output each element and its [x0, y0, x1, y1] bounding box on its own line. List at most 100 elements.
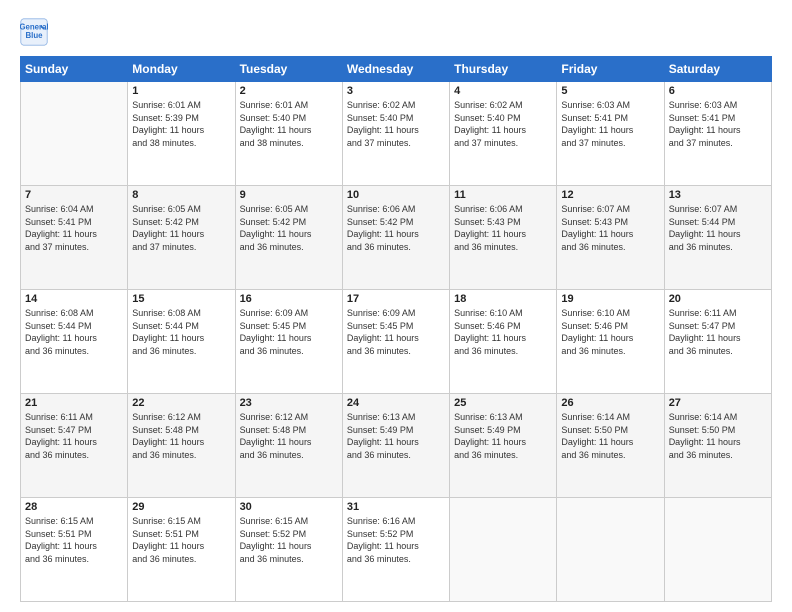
svg-text:Blue: Blue	[25, 31, 43, 40]
day-number: 26	[561, 397, 659, 409]
day-number: 7	[25, 189, 123, 201]
day-info: Sunrise: 6:10 AM Sunset: 5:46 PM Dayligh…	[454, 307, 552, 357]
calendar-day-cell: 12 Sunrise: 6:07 AM Sunset: 5:43 PM Dayli…	[557, 186, 664, 290]
calendar-day-cell: 7 Sunrise: 6:04 AM Sunset: 5:41 PM Daylig…	[21, 186, 128, 290]
calendar-day-cell: 22 Sunrise: 6:12 AM Sunset: 5:48 PM Dayli…	[128, 394, 235, 498]
day-info: Sunrise: 6:06 AM Sunset: 5:42 PM Dayligh…	[347, 203, 445, 253]
day-number: 19	[561, 293, 659, 305]
day-number: 10	[347, 189, 445, 201]
day-number: 24	[347, 397, 445, 409]
day-number: 5	[561, 85, 659, 97]
calendar-day-cell	[21, 82, 128, 186]
calendar-header-row: SundayMondayTuesdayWednesdayThursdayFrid…	[21, 57, 772, 82]
calendar-day-cell: 18 Sunrise: 6:10 AM Sunset: 5:46 PM Dayli…	[450, 290, 557, 394]
day-number: 9	[240, 189, 338, 201]
calendar-day-cell: 14 Sunrise: 6:08 AM Sunset: 5:44 PM Dayli…	[21, 290, 128, 394]
calendar-day-cell: 1 Sunrise: 6:01 AM Sunset: 5:39 PM Daylig…	[128, 82, 235, 186]
calendar-day-cell: 6 Sunrise: 6:03 AM Sunset: 5:41 PM Daylig…	[664, 82, 771, 186]
day-number: 14	[25, 293, 123, 305]
header: General Blue	[20, 18, 772, 46]
day-info: Sunrise: 6:07 AM Sunset: 5:44 PM Dayligh…	[669, 203, 767, 253]
day-number: 23	[240, 397, 338, 409]
calendar-day-cell: 24 Sunrise: 6:13 AM Sunset: 5:49 PM Dayli…	[342, 394, 449, 498]
calendar-day-cell: 29 Sunrise: 6:15 AM Sunset: 5:51 PM Dayli…	[128, 498, 235, 602]
calendar-day-cell: 23Sunrise: 6:12 AM Sunset: 5:48 PM Dayli…	[235, 394, 342, 498]
weekday-header: Saturday	[664, 57, 771, 82]
weekday-header: Friday	[557, 57, 664, 82]
day-info: Sunrise: 6:15 AM Sunset: 5:52 PM Dayligh…	[240, 515, 338, 565]
day-info: Sunrise: 6:12 AM Sunset: 5:48 PM Dayligh…	[132, 411, 230, 461]
day-info: Sunrise: 6:09 AM Sunset: 5:45 PM Dayligh…	[347, 307, 445, 357]
calendar-day-cell: 5Sunrise: 6:03 AM Sunset: 5:41 PM Daylig…	[557, 82, 664, 186]
day-number: 15	[132, 293, 230, 305]
day-info: Sunrise: 6:04 AM Sunset: 5:41 PM Dayligh…	[25, 203, 123, 253]
calendar-week-row: 28 Sunrise: 6:15 AM Sunset: 5:51 PM Dayli…	[21, 498, 772, 602]
day-number: 29	[132, 501, 230, 513]
weekday-header: Wednesday	[342, 57, 449, 82]
day-number: 12	[561, 189, 659, 201]
calendar-table: SundayMondayTuesdayWednesdayThursdayFrid…	[20, 56, 772, 602]
day-number: 27	[669, 397, 767, 409]
day-info: Sunrise: 6:07 AM Sunset: 5:43 PM Dayligh…	[561, 203, 659, 253]
calendar-week-row: 1 Sunrise: 6:01 AM Sunset: 5:39 PM Daylig…	[21, 82, 772, 186]
day-number: 18	[454, 293, 552, 305]
day-info: Sunrise: 6:14 AM Sunset: 5:50 PM Dayligh…	[561, 411, 659, 461]
calendar-day-cell	[450, 498, 557, 602]
calendar-day-cell	[557, 498, 664, 602]
day-info: Sunrise: 6:15 AM Sunset: 5:51 PM Dayligh…	[25, 515, 123, 565]
day-number: 28	[25, 501, 123, 513]
weekday-header: Thursday	[450, 57, 557, 82]
day-info: Sunrise: 6:10 AM Sunset: 5:46 PM Dayligh…	[561, 307, 659, 357]
weekday-header: Sunday	[21, 57, 128, 82]
svg-text:General: General	[20, 22, 48, 31]
calendar-day-cell: 15Sunrise: 6:08 AM Sunset: 5:44 PM Dayli…	[128, 290, 235, 394]
day-info: Sunrise: 6:05 AM Sunset: 5:42 PM Dayligh…	[132, 203, 230, 253]
day-info: Sunrise: 6:02 AM Sunset: 5:40 PM Dayligh…	[347, 99, 445, 149]
calendar-day-cell: 3 Sunrise: 6:02 AM Sunset: 5:40 PM Daylig…	[342, 82, 449, 186]
day-info: Sunrise: 6:11 AM Sunset: 5:47 PM Dayligh…	[25, 411, 123, 461]
day-number: 25	[454, 397, 552, 409]
calendar-day-cell: 11Sunrise: 6:06 AM Sunset: 5:43 PM Dayli…	[450, 186, 557, 290]
day-number: 13	[669, 189, 767, 201]
calendar-day-cell: 16Sunrise: 6:09 AM Sunset: 5:45 PM Dayli…	[235, 290, 342, 394]
logo-icon: General Blue	[20, 18, 48, 46]
day-number: 16	[240, 293, 338, 305]
day-info: Sunrise: 6:01 AM Sunset: 5:39 PM Dayligh…	[132, 99, 230, 149]
day-info: Sunrise: 6:03 AM Sunset: 5:41 PM Dayligh…	[669, 99, 767, 149]
day-number: 11	[454, 189, 552, 201]
calendar-day-cell	[664, 498, 771, 602]
day-number: 20	[669, 293, 767, 305]
calendar-week-row: 14 Sunrise: 6:08 AM Sunset: 5:44 PM Dayli…	[21, 290, 772, 394]
calendar-day-cell: 4Sunrise: 6:02 AM Sunset: 5:40 PM Daylig…	[450, 82, 557, 186]
day-number: 4	[454, 85, 552, 97]
day-number: 1	[132, 85, 230, 97]
day-number: 3	[347, 85, 445, 97]
calendar-day-cell: 27 Sunrise: 6:14 AM Sunset: 5:50 PM Dayli…	[664, 394, 771, 498]
calendar-day-cell: 8Sunrise: 6:05 AM Sunset: 5:42 PM Daylig…	[128, 186, 235, 290]
day-info: Sunrise: 6:08 AM Sunset: 5:44 PM Dayligh…	[25, 307, 123, 357]
calendar-day-cell: 13 Sunrise: 6:07 AM Sunset: 5:44 PM Dayli…	[664, 186, 771, 290]
day-number: 6	[669, 85, 767, 97]
day-number: 22	[132, 397, 230, 409]
calendar-day-cell: 30Sunrise: 6:15 AM Sunset: 5:52 PM Dayli…	[235, 498, 342, 602]
day-info: Sunrise: 6:16 AM Sunset: 5:52 PM Dayligh…	[347, 515, 445, 565]
day-info: Sunrise: 6:01 AM Sunset: 5:40 PM Dayligh…	[240, 99, 338, 149]
day-info: Sunrise: 6:11 AM Sunset: 5:47 PM Dayligh…	[669, 307, 767, 357]
day-info: Sunrise: 6:14 AM Sunset: 5:50 PM Dayligh…	[669, 411, 767, 461]
calendar-week-row: 21Sunrise: 6:11 AM Sunset: 5:47 PM Dayli…	[21, 394, 772, 498]
day-number: 31	[347, 501, 445, 513]
calendar-day-cell: 26 Sunrise: 6:14 AM Sunset: 5:50 PM Dayli…	[557, 394, 664, 498]
day-info: Sunrise: 6:15 AM Sunset: 5:51 PM Dayligh…	[132, 515, 230, 565]
calendar-day-cell: 20 Sunrise: 6:11 AM Sunset: 5:47 PM Dayli…	[664, 290, 771, 394]
calendar-day-cell: 10 Sunrise: 6:06 AM Sunset: 5:42 PM Dayli…	[342, 186, 449, 290]
weekday-header: Tuesday	[235, 57, 342, 82]
calendar-day-cell: 9 Sunrise: 6:05 AM Sunset: 5:42 PM Daylig…	[235, 186, 342, 290]
calendar-day-cell: 19 Sunrise: 6:10 AM Sunset: 5:46 PM Dayli…	[557, 290, 664, 394]
day-info: Sunrise: 6:13 AM Sunset: 5:49 PM Dayligh…	[347, 411, 445, 461]
calendar-day-cell: 28 Sunrise: 6:15 AM Sunset: 5:51 PM Dayli…	[21, 498, 128, 602]
calendar-week-row: 7 Sunrise: 6:04 AM Sunset: 5:41 PM Daylig…	[21, 186, 772, 290]
weekday-header: Monday	[128, 57, 235, 82]
logo: General Blue	[20, 18, 52, 46]
day-info: Sunrise: 6:05 AM Sunset: 5:42 PM Dayligh…	[240, 203, 338, 253]
calendar-day-cell: 2Sunrise: 6:01 AM Sunset: 5:40 PM Daylig…	[235, 82, 342, 186]
